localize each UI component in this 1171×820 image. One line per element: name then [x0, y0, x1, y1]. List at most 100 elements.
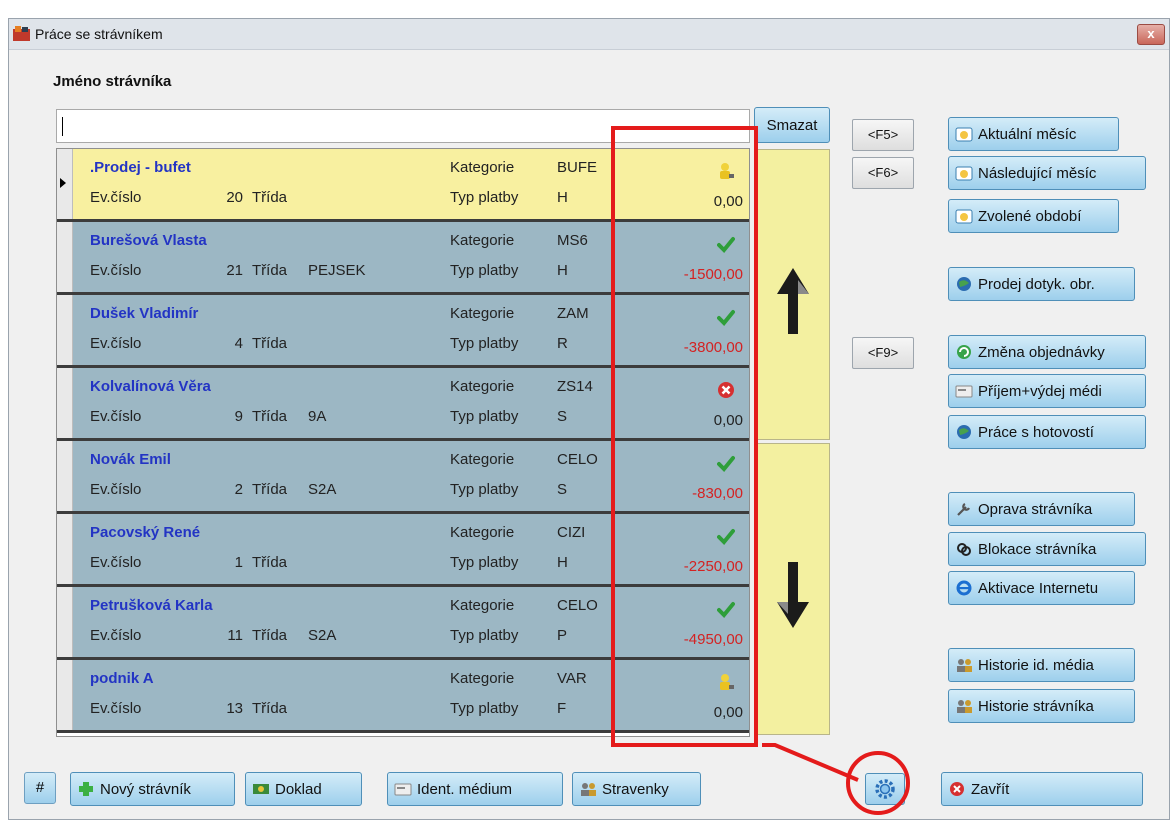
title-bar: Práce se strávníkem x	[9, 19, 1169, 50]
row-indicator	[57, 368, 73, 438]
diner-row[interactable]: Petrušková Karla Ev.číslo 11 Třída S2A Katego…	[57, 587, 749, 660]
media-io-button[interactable]: Příjem+výdej médi	[948, 374, 1146, 408]
new-diner-button[interactable]: Nový strávník	[70, 772, 235, 806]
edit-diner-label: Oprava strávníka	[978, 500, 1093, 518]
receipt-button[interactable]: Doklad	[245, 772, 362, 806]
scroll-down-button[interactable]	[755, 443, 830, 735]
card-icon	[394, 783, 412, 796]
calendar-icon	[955, 166, 973, 181]
settings-button[interactable]	[865, 773, 905, 805]
diner-row[interactable]: Dušek Vladimír Ev.číslo 4 Třída Kategorie ZAM…	[57, 295, 749, 368]
category-label: Kategorie	[450, 670, 515, 687]
status-indicator	[717, 308, 735, 326]
arrow-up-icon	[777, 268, 809, 334]
diner-search-input[interactable]	[56, 109, 750, 143]
block-diner-button[interactable]: Blokace strávníka	[948, 532, 1146, 566]
people-icon	[581, 783, 596, 796]
ident-media-label: Ident. médium	[417, 780, 513, 798]
diner-row[interactable]: Pacovský René Ev.číslo 1 Třída Kategorie CIZI…	[57, 514, 749, 587]
payment-type-label: Typ platby	[450, 627, 519, 644]
class-label: Třída	[252, 627, 288, 644]
cash-work-button[interactable]: Práce s hotovostí	[948, 415, 1146, 449]
arrow-down-icon	[777, 562, 809, 628]
history-media-button[interactable]: Historie id. média	[948, 648, 1135, 682]
ev-number: 4	[234, 335, 243, 352]
balance-amount: -3800,00	[683, 339, 743, 356]
ident-media-button[interactable]: Ident. médium	[387, 772, 563, 806]
next-month-label: Následující měsíc	[978, 164, 1097, 182]
current-month-button[interactable]: Aktuální měsíc	[948, 117, 1119, 151]
status-indicator	[717, 235, 735, 253]
internet-explorer-icon	[956, 580, 972, 596]
meal-tickets-button[interactable]: Stravenky	[572, 772, 701, 806]
status-indicator	[717, 673, 735, 691]
touch-sale-label: Prodej dotyk. obr.	[978, 275, 1095, 293]
category-label: Kategorie	[450, 305, 515, 322]
activate-internet-button[interactable]: Aktivace Internetu	[948, 571, 1135, 605]
diner-list: .Prodej - bufet Ev.číslo 20 Třída Kategorie B…	[56, 148, 750, 737]
category-label: Kategorie	[450, 378, 515, 395]
status-indicator	[717, 600, 735, 618]
ev-number: 1	[234, 554, 243, 571]
payment-type-label: Typ platby	[450, 335, 519, 352]
check-icon	[717, 602, 735, 618]
f9-key-label[interactable]: <F9>	[852, 337, 914, 369]
current-row-arrow-icon	[60, 178, 66, 188]
diner-name: Kolvalínová Věra	[90, 378, 211, 395]
class-value: S2A	[308, 627, 337, 644]
money-icon	[253, 784, 269, 794]
diner-row[interactable]: Burešová Vlasta Ev.číslo 21 Třída PEJSEK Kate…	[57, 222, 749, 295]
ev-number-label: Ev.číslo	[90, 262, 142, 279]
payment-type-label: Typ platby	[450, 700, 519, 717]
ev-number: 11	[227, 627, 243, 644]
edit-diner-button[interactable]: Oprava strávníka	[948, 492, 1135, 526]
f5-key-label[interactable]: <F5>	[852, 119, 914, 151]
class-value: 9A	[308, 408, 327, 425]
ev-number-label: Ev.číslo	[90, 408, 142, 425]
cash-work-label: Práce s hotovostí	[978, 423, 1094, 441]
selected-period-button[interactable]: Zvolené období	[948, 199, 1119, 233]
diner-name: podnik A	[90, 670, 154, 687]
diner-name: .Prodej - bufet	[90, 159, 191, 176]
balance-amount: -2250,00	[683, 558, 743, 575]
next-month-button[interactable]: Následující měsíc	[948, 156, 1146, 190]
payment-type-label: Typ platby	[450, 554, 519, 571]
wrench-icon	[957, 503, 970, 516]
history-media-label: Historie id. média	[978, 656, 1094, 674]
text-caret	[62, 117, 63, 136]
check-icon	[717, 310, 735, 326]
check-icon	[717, 529, 735, 545]
close-dialog-button[interactable]: Zavřít	[941, 772, 1143, 806]
ev-number-label: Ev.číslo	[90, 481, 142, 498]
order-change-button[interactable]: Změna objednávky	[948, 335, 1146, 369]
class-value: PEJSEK	[308, 262, 366, 279]
window-close-button[interactable]: x	[1137, 24, 1165, 45]
clear-search-button[interactable]: Smazat	[754, 107, 830, 143]
diner-row[interactable]: .Prodej - bufet Ev.číslo 20 Třída Kategorie B…	[57, 149, 749, 222]
history-diner-button[interactable]: Historie strávníka	[948, 689, 1135, 723]
diner-name: Dušek Vladimír	[90, 305, 199, 322]
scroll-up-button[interactable]	[755, 149, 830, 440]
diner-row[interactable]: podnik A Ev.číslo 13 Třída Kategorie VAR Typ p…	[57, 660, 749, 733]
ev-number: 20	[226, 189, 243, 206]
person-icon	[720, 674, 734, 690]
touch-sale-button[interactable]: Prodej dotyk. obr.	[948, 267, 1135, 301]
hash-button[interactable]: #	[24, 772, 56, 804]
class-value: S2A	[308, 481, 337, 498]
meal-tickets-label: Stravenky	[602, 780, 669, 798]
media-io-label: Příjem+výdej médi	[978, 382, 1102, 400]
row-indicator	[57, 295, 73, 365]
payment-type-label: Typ platby	[450, 408, 519, 425]
row-indicator	[57, 514, 73, 584]
f6-key-label[interactable]: <F6>	[852, 157, 914, 189]
diner-row[interactable]: Kolvalínová Věra Ev.číslo 9 Třída 9A Kategori…	[57, 368, 749, 441]
diner-row[interactable]: Novák Emil Ev.číslo 2 Třída S2A Kategorie CELO…	[57, 441, 749, 514]
ev-number: 21	[226, 262, 243, 279]
ev-number-label: Ev.číslo	[90, 189, 142, 206]
diner-name: Petrušková Karla	[90, 597, 213, 614]
category-label: Kategorie	[450, 597, 515, 614]
payment-type-value: F	[557, 700, 567, 717]
category-value: ZS14	[557, 378, 593, 395]
status-indicator	[717, 381, 735, 399]
gear-icon	[875, 779, 895, 799]
